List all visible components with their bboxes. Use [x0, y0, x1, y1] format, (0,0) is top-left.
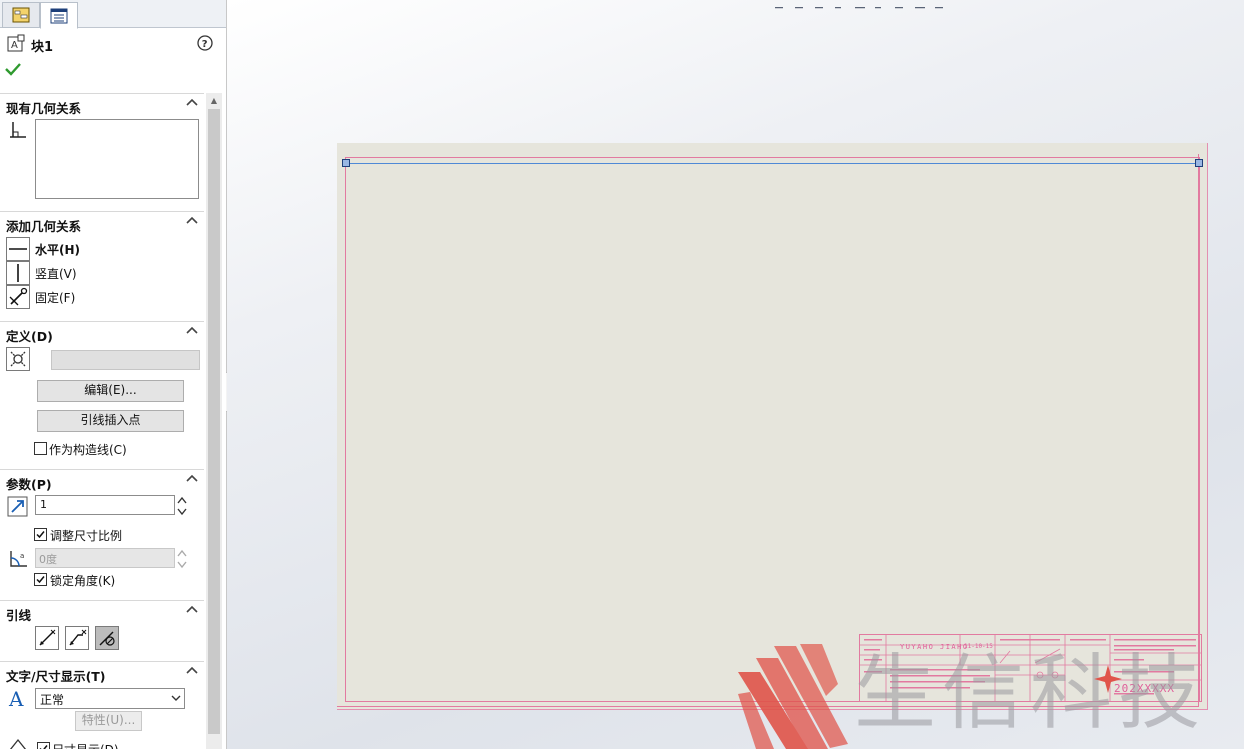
- property-manager-panel: A 块1 ? 现有几何关系 添加几何关系 水平(H) 竖直(V) 固定(F) 定…: [0, 0, 227, 749]
- params-header[interactable]: 参数(P): [0, 469, 204, 492]
- top-partial-text: [775, 0, 945, 9]
- watermark-text: 生信科技: [854, 646, 1207, 741]
- block-selection-field[interactable]: [51, 350, 200, 370]
- no-leader-button[interactable]: [95, 626, 119, 650]
- text-dim-header[interactable]: 文字/尺寸显示(T): [0, 661, 204, 684]
- scale-dims-checkbox[interactable]: [34, 528, 47, 541]
- relation-perpendicular-icon: [10, 122, 26, 138]
- horizontal-icon: [9, 248, 27, 250]
- leader-bent-button[interactable]: [65, 626, 89, 650]
- link-block-icon: [10, 351, 26, 367]
- watermark-logo-icon: [738, 644, 848, 749]
- property-manager-tab[interactable]: [40, 2, 78, 29]
- vertical-icon: [17, 264, 19, 282]
- svg-text:A: A: [8, 688, 24, 708]
- leader-header[interactable]: 引线: [0, 600, 204, 623]
- define-title: 定义(D): [6, 329, 53, 344]
- scale-value: 1: [40, 498, 47, 511]
- fix-relation-button[interactable]: [6, 285, 30, 309]
- leader-bent-icon: [69, 629, 87, 646]
- selected-sketch-line[interactable]: [345, 163, 1199, 164]
- scale-spinner-icon[interactable]: [176, 495, 188, 517]
- check-icon: [36, 531, 45, 539]
- help-icon[interactable]: ?: [197, 35, 213, 51]
- ok-check-icon[interactable]: [5, 62, 21, 76]
- lock-angle-checkbox[interactable]: [34, 573, 47, 586]
- fix-label[interactable]: 固定(F): [35, 289, 75, 306]
- collapse-chevron-icon[interactable]: [186, 97, 198, 107]
- existing-relations-list[interactable]: [35, 119, 199, 199]
- construction-label[interactable]: 作为构造线(C): [49, 441, 127, 458]
- scroll-up-icon[interactable]: ▲: [206, 93, 222, 107]
- vertical-relation-button[interactable]: [6, 261, 30, 285]
- angle-input[interactable]: 0度: [35, 548, 175, 568]
- no-leader-icon: [99, 631, 115, 646]
- scale-dims-label[interactable]: 调整尺寸比例: [50, 527, 122, 544]
- svg-text:?: ?: [202, 39, 208, 50]
- define-header[interactable]: 定义(D): [0, 321, 204, 344]
- font-style-icon: A: [8, 688, 24, 708]
- feature-manager-tab[interactable]: [2, 2, 40, 28]
- params-title: 参数(P): [6, 477, 52, 492]
- anchor-icon: [9, 287, 28, 306]
- existing-relations-header[interactable]: 现有几何关系: [0, 93, 204, 116]
- horizontal-relation-button[interactable]: [6, 237, 30, 261]
- svg-text:a: a: [20, 552, 24, 560]
- sheet-inner-border: [345, 157, 1200, 702]
- lock-angle-label[interactable]: 锁定角度(K): [50, 572, 115, 589]
- panel-scrollbar[interactable]: ▲: [206, 93, 222, 749]
- dim-display-checkbox[interactable]: [37, 742, 50, 749]
- check-icon: [36, 576, 45, 584]
- angle-icon: a: [10, 551, 27, 567]
- dim-display-icon: [9, 738, 27, 749]
- feature-tree-icon: [12, 7, 30, 23]
- check-icon: [39, 745, 48, 749]
- panel-title: 块1: [31, 40, 54, 55]
- angle-value: 0度: [39, 553, 57, 566]
- collapse-chevron-icon[interactable]: [186, 325, 198, 335]
- block-icon: A: [7, 34, 25, 52]
- chevron-down-icon: [171, 695, 181, 701]
- drawing-sheet[interactable]: [337, 143, 1208, 710]
- add-relations-header[interactable]: 添加几何关系: [0, 211, 204, 234]
- leader-insert-point-button[interactable]: 引线插入点: [37, 410, 184, 432]
- scroll-thumb[interactable]: [208, 109, 220, 734]
- leader-straight-button[interactable]: [35, 626, 59, 650]
- horizontal-label[interactable]: 水平(H): [35, 241, 80, 258]
- watermark: 生信科技: [738, 644, 1244, 749]
- property-list-icon: [50, 8, 68, 23]
- existing-relations-title: 现有几何关系: [6, 101, 82, 116]
- dim-display-label[interactable]: 尺寸显示(D): [52, 741, 119, 749]
- angle-spinner-icon[interactable]: [176, 548, 188, 570]
- collapse-chevron-icon[interactable]: [186, 665, 198, 675]
- construction-checkbox[interactable]: [34, 442, 47, 455]
- collapse-chevron-icon[interactable]: [186, 215, 198, 225]
- collapse-chevron-icon[interactable]: [186, 473, 198, 483]
- vertical-label[interactable]: 竖直(V): [35, 265, 77, 282]
- add-relations-title: 添加几何关系: [6, 219, 82, 234]
- edit-block-button[interactable]: 编辑(E)...: [37, 380, 184, 402]
- panel-tabs: [0, 0, 226, 29]
- collapse-chevron-icon[interactable]: [186, 604, 198, 614]
- leader-title: 引线: [6, 608, 32, 623]
- line-endpoint-handle[interactable]: [1195, 159, 1203, 167]
- text-dim-title: 文字/尺寸显示(T): [6, 669, 106, 684]
- svg-text:A: A: [11, 40, 18, 51]
- style-value: 正常: [40, 693, 65, 707]
- properties-button[interactable]: 特性(U)...: [75, 711, 142, 731]
- sparkle-icon: [1094, 665, 1122, 693]
- style-select[interactable]: 正常: [35, 688, 185, 709]
- scale-input[interactable]: 1: [35, 495, 175, 515]
- leader-straight-icon: [39, 629, 56, 646]
- scale-icon: [7, 496, 28, 517]
- line-endpoint-handle[interactable]: [342, 159, 350, 167]
- block-select-button[interactable]: [6, 347, 30, 371]
